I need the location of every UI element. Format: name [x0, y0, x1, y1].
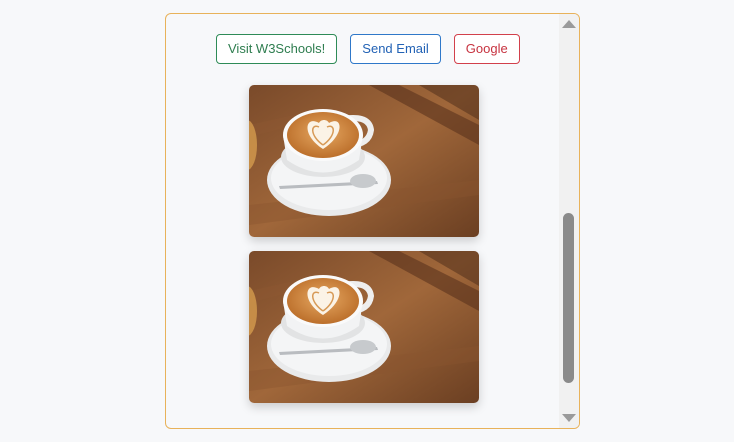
scroll-up-arrow-icon[interactable]: [562, 20, 576, 28]
coffee-latte-photo: [249, 251, 479, 403]
button-row: Visit W3Schools! Send Email Google: [216, 34, 520, 64]
google-button[interactable]: Google: [453, 34, 520, 64]
vertical-scrollbar[interactable]: [559, 14, 579, 428]
scroll-down-arrow-icon[interactable]: [562, 414, 576, 422]
coffee-image: [249, 85, 479, 237]
visit-w3schools-button[interactable]: Visit W3Schools!: [216, 34, 338, 64]
panel-content: Visit W3Schools! Send Email Google: [166, 14, 561, 428]
send-email-button[interactable]: Send Email: [350, 34, 441, 64]
scroll-panel[interactable]: Visit W3Schools! Send Email Google: [165, 13, 580, 429]
coffee-image: [249, 251, 479, 403]
coffee-latte-photo: [249, 85, 479, 237]
scrollbar-thumb[interactable]: [563, 213, 574, 383]
